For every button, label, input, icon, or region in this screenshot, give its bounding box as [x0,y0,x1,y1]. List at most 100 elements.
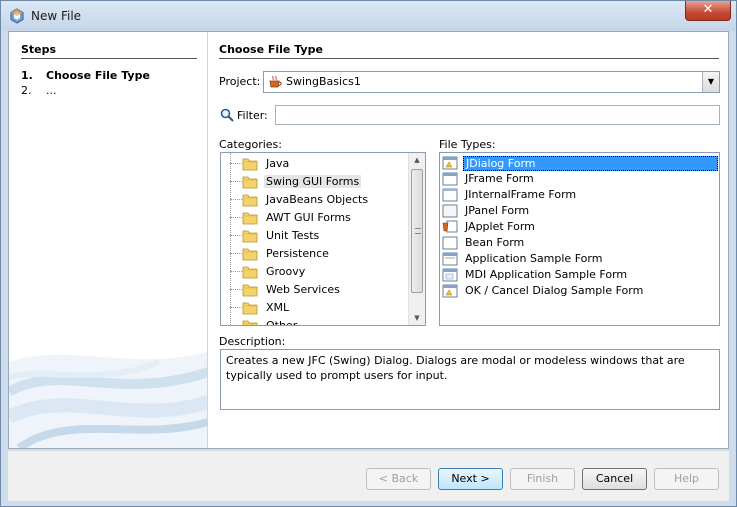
ok-cancel-dialog-icon [442,284,458,298]
tree-item[interactable]: JavaBeans Objects [221,191,411,209]
tree-connector [230,199,242,200]
tree-item[interactable]: Web Services [221,281,411,299]
tree-connector [230,217,242,218]
netbeans-icon [10,8,24,24]
panel-form-icon [442,204,458,218]
bean-form-icon [442,236,458,250]
step-label: Choose File Type [46,69,150,82]
decorative-swoosh-image [9,352,207,448]
tree-item-label: Persistence [266,247,329,260]
frame-form-icon [442,172,458,186]
tree-item-label: Unit Tests [266,229,320,242]
chevron-down-icon[interactable]: ▼ [702,72,719,92]
mdi-form-icon [442,268,458,282]
application-form-icon [442,252,458,266]
project-value: SwingBasics1 [286,75,361,88]
close-button[interactable]: ✕ [685,1,731,21]
steps-panel: Steps 1. Choose File Type 2.... [9,32,208,448]
tree-connector [230,235,242,236]
tree-item-label: Groovy [266,265,306,278]
step-number: 2. [21,84,32,97]
folder-icon [242,283,258,297]
tree-item[interactable]: Java [221,155,411,173]
list-item[interactable]: OK / Cancel Dialog Sample Form [440,283,719,299]
filter-label: Filter: [237,109,268,122]
folder-icon [242,247,258,261]
new-file-dialog: New File ✕ Steps 1. Choose File Type 2...… [0,0,737,507]
folder-icon [242,265,258,279]
list-item[interactable]: JPanel Form [440,203,719,219]
next-button[interactable]: Next > [438,468,503,490]
categories-tree[interactable]: Java Swing GUI Forms JavaBeans Objects AWT … [220,152,426,326]
back-button[interactable]: < Back [366,468,431,490]
page-title: Choose File Type [219,43,323,56]
project-combobox[interactable]: SwingBasics1 ▼ [263,71,720,93]
divider [21,58,197,59]
tree-item[interactable]: XML [221,299,411,317]
list-item-label: OK / Cancel Dialog Sample Form [465,284,644,297]
list-item-label: Bean Form [465,236,525,249]
description-text: Creates a new JFC (Swing) Dialog. Dialog… [220,349,720,410]
tree-connector [230,181,242,182]
list-item-label: JDialog Form [463,156,718,171]
folder-icon [242,157,258,171]
tree-item-label: Other [266,319,298,326]
list-item-label: JApplet Form [465,220,535,233]
tree-item[interactable]: Swing GUI Forms [221,173,411,191]
list-item[interactable]: JApplet Form [440,219,719,235]
file-types-list[interactable]: JDialog Form JFrame Form JInternalFrame Fo… [439,152,720,326]
folder-icon [242,211,258,225]
folder-icon [242,319,258,325]
folder-icon [242,193,258,207]
main-panel: Choose File Type Project: SwingBasics1 ▼… [219,32,729,448]
list-item[interactable]: JDialog Form [440,155,719,171]
project-label: Project: [219,75,261,88]
tree-connector [230,325,242,326]
cancel-button[interactable]: Cancel [582,468,647,490]
help-button[interactable]: Help [654,468,719,490]
tree-item-label: JavaBeans Objects [266,193,369,206]
folder-icon [242,301,258,315]
close-icon: ✕ [702,2,714,17]
finish-button[interactable]: Finish [510,468,575,490]
scroll-down-arrow-icon[interactable]: ▼ [409,311,425,325]
list-item[interactable]: MDI Application Sample Form [440,267,719,283]
scrollbar-thumb[interactable] [411,169,423,293]
list-item[interactable]: Bean Form [440,235,719,251]
step-item-choose-file-type: 1. Choose File Type [21,69,150,82]
list-item[interactable]: Application Sample Form [440,251,719,267]
button-bar: < Back Next > Finish Cancel Help [8,450,729,501]
file-types-label: File Types: [439,138,496,151]
list-item-label: JPanel Form [465,204,530,217]
internal-frame-icon [442,188,458,202]
window-title: New File [31,9,82,23]
tree-connector [230,163,242,164]
tree-connector [230,271,242,272]
tree-connector [230,307,242,308]
tree-connector [230,289,242,290]
list-item-label: JFrame Form [465,172,534,185]
tree-item[interactable]: Groovy [221,263,411,281]
tree-item[interactable]: Other [221,317,411,326]
tree-item[interactable]: AWT GUI Forms [221,209,411,227]
description-label: Description: [219,335,286,348]
list-item-label: JInternalFrame Form [465,188,577,201]
folder-icon [242,175,258,189]
filter-input[interactable] [275,105,720,125]
applet-form-icon [442,220,458,234]
tree-item[interactable]: Persistence [221,245,411,263]
step-item-next: 2.... [21,84,57,97]
java-project-icon [269,75,282,88]
tree-item-label: Swing GUI Forms [264,175,362,188]
categories-scrollbar[interactable]: ▲ ▼ [408,153,425,325]
scroll-up-arrow-icon[interactable]: ▲ [409,153,425,167]
title-bar[interactable]: New File ✕ [1,1,736,31]
categories-label: Categories: [219,138,282,151]
tree-item-label: Java [266,157,290,170]
tree-item[interactable]: Unit Tests [221,227,411,245]
steps-title: Steps [21,43,57,56]
folder-icon [242,229,258,243]
list-item[interactable]: JInternalFrame Form [440,187,719,203]
dialog-content: Steps 1. Choose File Type 2.... Choose Fi… [8,31,729,449]
list-item[interactable]: JFrame Form [440,171,719,187]
